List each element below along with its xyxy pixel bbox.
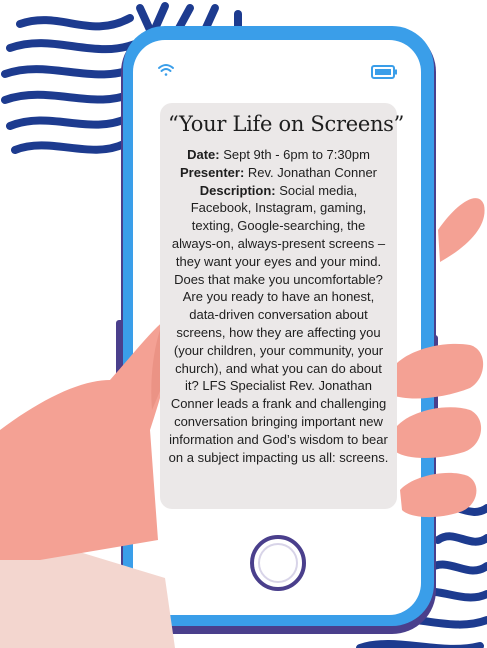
- event-description: Description: Social media, Facebook, Ins…: [168, 182, 389, 467]
- presenter-value: Rev. Jonathan Conner: [244, 164, 378, 180]
- home-button-icon[interactable]: [250, 535, 306, 591]
- description-label: Description:: [199, 182, 276, 198]
- date-value: Sept 9th - 6pm to 7:30pm: [219, 147, 370, 162]
- event-title: “Your Life on Screens”: [168, 112, 405, 136]
- finger-top: [438, 198, 485, 262]
- description-value: Social media, Facebook, Instagram, gamin…: [168, 182, 389, 465]
- event-card: “Your Life on Screens” Date: Sept 9th - …: [160, 103, 405, 509]
- date-label: Date:: [187, 147, 220, 162]
- presenter-label: Presenter:: [179, 164, 245, 180]
- event-date: Date: Sept 9th - 6pm to 7:30pm: [168, 146, 389, 164]
- event-presenter: Presenter: Rev. Jonathan Conner: [168, 164, 389, 182]
